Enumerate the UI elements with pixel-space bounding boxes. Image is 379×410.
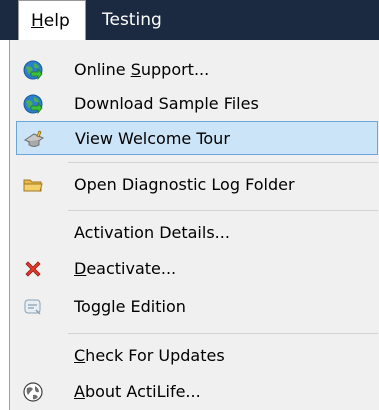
toggle-icon [22,296,44,318]
label-post: bout ActiLife... [84,382,201,401]
menu-item-label: Check For Updates [74,339,225,373]
menu-help[interactable]: Help [18,0,86,40]
menubar: Help Testing [0,0,379,40]
globe-green-arrow-icon [22,59,44,81]
menu-item-label: Toggle Edition [74,297,186,316]
menu-item-open-diagnostic-log-folder[interactable]: Open Diagnostic Log Folder [16,168,378,202]
menu-item-view-welcome-tour[interactable]: View Welcome Tour [16,121,378,155]
menu-item-online-support[interactable]: Online Support... [16,53,378,87]
red-x-icon [22,258,44,280]
label-pre: Online [74,60,131,79]
label-mnemonic: D [74,259,87,278]
menu-item-deactivate[interactable]: Deactivate... [16,252,378,286]
menu-help-mnemonic: H [31,11,44,31]
menu-item-download-sample-files[interactable]: Download Sample Files [16,87,378,121]
menu-item-toggle-edition[interactable]: Toggle Edition [16,290,378,324]
menu-item-label: Online Support... [74,53,209,87]
menu-separator [68,162,378,163]
globe-info-icon [22,381,44,403]
menu-separator [68,210,378,211]
label-post: upport... [140,60,210,79]
help-dropdown: Online Support... Download Sample Files [9,40,379,410]
menu-item-label: View Welcome Tour [75,129,230,148]
label-mnemonic: S [130,60,141,79]
label-post: eactivate... [86,259,177,278]
menu-separator [68,333,378,334]
menu-item-label: About ActiLife... [74,375,201,409]
menu-item-label: Activation Details... [74,223,230,242]
menu-item-check-for-updates[interactable]: Check For Updates [16,339,378,373]
menu-item-label: Deactivate... [74,252,176,286]
screen: Help Testing Online Support... Download … [0,0,379,410]
label-post: heck For Updates [85,346,225,365]
folder-icon [22,174,44,196]
menu-item-about-actilife[interactable]: About ActiLife... [16,375,378,409]
menu-item-label: Download Sample Files [74,94,259,113]
globe-green-arrow-icon [22,93,44,115]
label-mnemonic: A [74,382,85,401]
menu-help-post: elp [43,11,70,31]
graduation-cap-icon [23,128,45,150]
menu-item-activation-details[interactable]: Activation Details... [16,216,378,250]
menu-item-label: Open Diagnostic Log Folder [74,175,295,194]
menu-testing[interactable]: Testing [90,0,174,40]
label-mnemonic: C [74,346,86,365]
